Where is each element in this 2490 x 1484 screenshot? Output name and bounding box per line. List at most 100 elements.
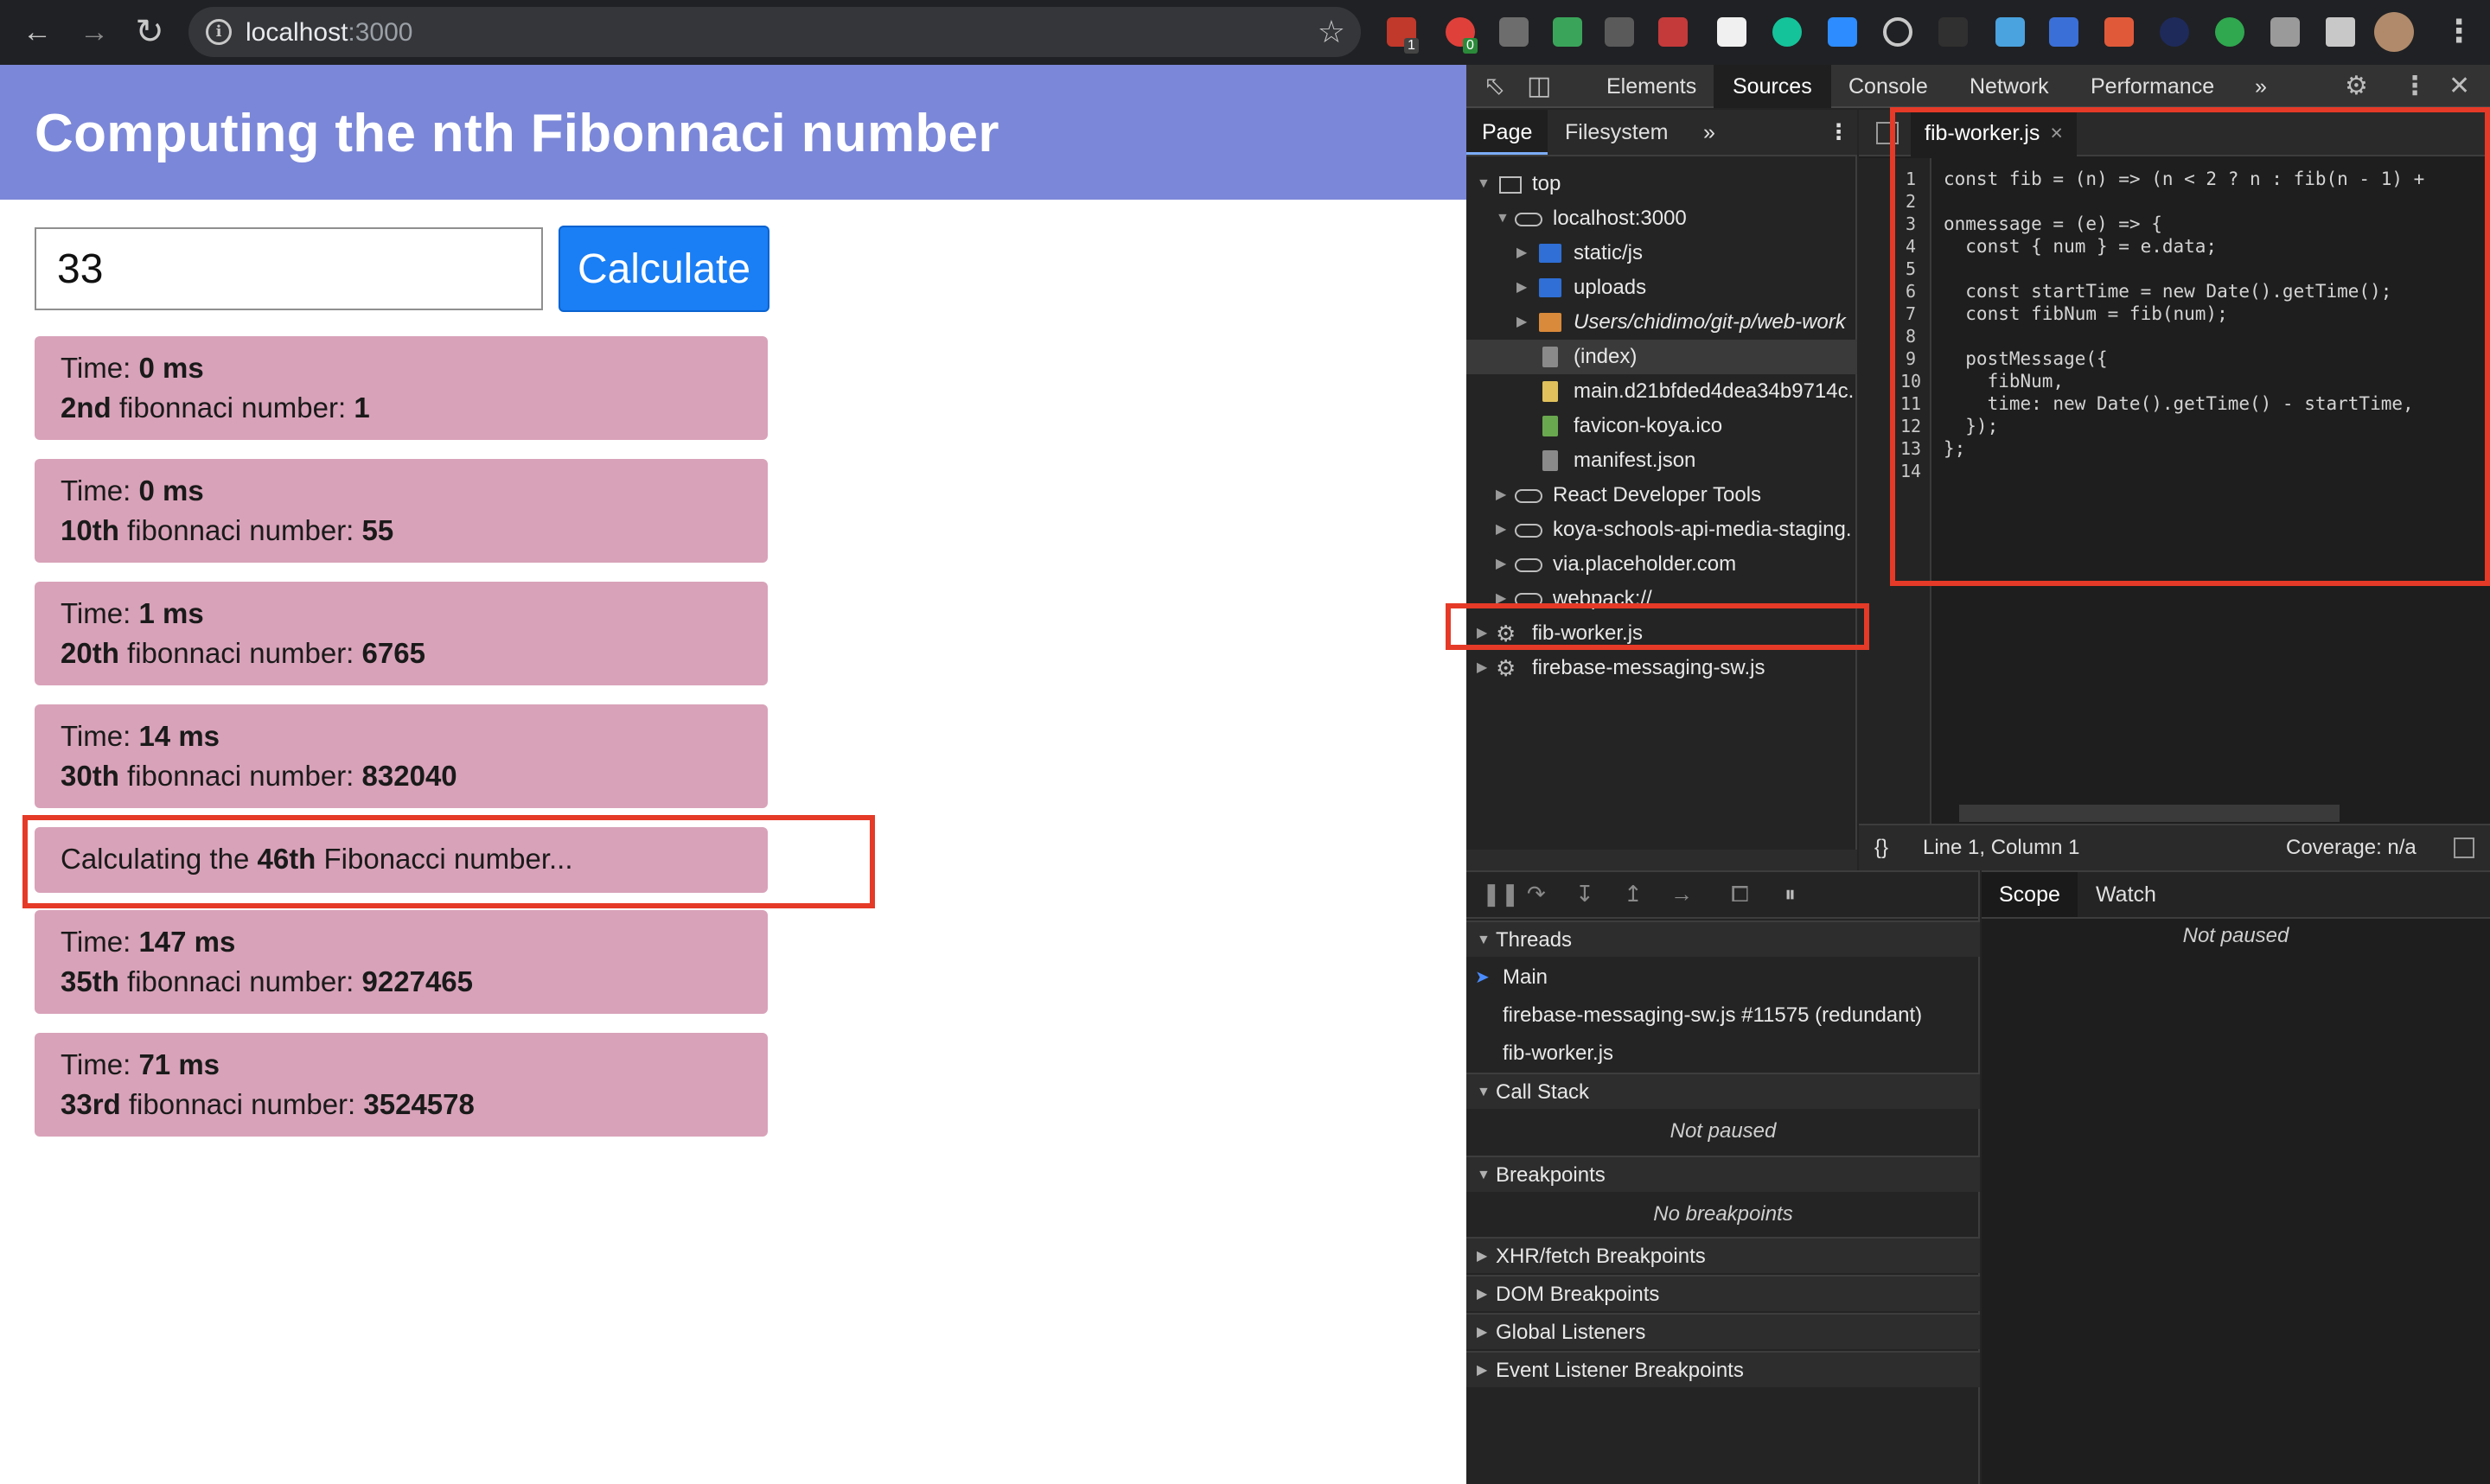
step-into-icon[interactable]: ↧ bbox=[1575, 881, 1594, 908]
section-event-listener-breakpoints[interactable]: ▶ Event Listener Breakpoints bbox=[1466, 1351, 1980, 1387]
tab-performance[interactable]: Performance bbox=[2072, 65, 2233, 108]
scope-panel: Scope Watch Not paused bbox=[1982, 870, 2490, 1484]
extension-icon[interactable] bbox=[1658, 17, 1688, 47]
thread-main[interactable]: ➤ Main bbox=[1466, 959, 1980, 997]
collapsed-arrow-icon: ▶ bbox=[1477, 1249, 1488, 1264]
expanded-arrow-icon: ▼ bbox=[1477, 1085, 1491, 1099]
menu-kebab-icon[interactable]: ⋮ bbox=[2443, 14, 2474, 48]
file-icon bbox=[1542, 450, 1558, 471]
tree-item-origin[interactable]: ▶ React Developer Tools bbox=[1466, 478, 1857, 513]
extension-icon[interactable] bbox=[1605, 17, 1634, 47]
tab-network[interactable]: Network bbox=[1950, 65, 2068, 108]
step-out-icon[interactable]: ↥ bbox=[1624, 881, 1643, 908]
editor-statusbar: {} Line 1, Column 1 Coverage: n/a bbox=[1859, 824, 2490, 870]
call-stack-empty: Not paused bbox=[1670, 1119, 1777, 1143]
more-tabs-icon[interactable]: » bbox=[2236, 65, 2286, 108]
calculate-button[interactable]: Calculate bbox=[559, 226, 769, 312]
expanded-arrow-icon: ▼ bbox=[1496, 211, 1510, 226]
thread-item[interactable]: fib-worker.js bbox=[1466, 1035, 1980, 1073]
device-toggle-icon[interactable]: ◫ bbox=[1527, 72, 1551, 101]
section-call-stack[interactable]: ▼ Call Stack bbox=[1466, 1073, 1980, 1109]
tree-item-origin[interactable]: ▶ koya-schools-api-media-staging. bbox=[1466, 513, 1857, 547]
extension-icon[interactable] bbox=[2215, 17, 2244, 47]
tree-item-file[interactable]: (index) bbox=[1466, 340, 1857, 374]
navigator-more-icon[interactable]: » bbox=[1688, 110, 1731, 155]
tree-item-file[interactable]: favicon-koya.ico bbox=[1466, 409, 1857, 443]
pretty-print-icon[interactable]: {} bbox=[1874, 825, 1888, 870]
editor-scrollbar[interactable] bbox=[1959, 805, 2340, 822]
tab-elements[interactable]: Elements bbox=[1587, 65, 1715, 108]
js-file-icon bbox=[1542, 381, 1558, 402]
tab-page[interactable]: Page bbox=[1466, 110, 1548, 155]
number-input[interactable] bbox=[35, 227, 543, 310]
tree-item-folder[interactable]: ▶ Users/chidimo/git-p/web-work bbox=[1466, 305, 1857, 340]
step-icon[interactable]: → bbox=[1670, 881, 1693, 908]
result-card: Time: 14 ms 30th fibonnaci number: 83204… bbox=[35, 704, 768, 808]
url-text: localhost:3000 bbox=[246, 18, 413, 47]
extension-icon[interactable] bbox=[1772, 17, 1802, 47]
collapsed-arrow-icon: ▶ bbox=[1516, 315, 1528, 329]
gear-icon[interactable]: ⚙ bbox=[2345, 72, 2368, 101]
tab-filesystem[interactable]: Filesystem bbox=[1549, 110, 1683, 155]
reload-icon[interactable]: ↻ bbox=[130, 12, 169, 52]
tree-item-worker[interactable]: ▶ ⚙ firebase-messaging-sw.js bbox=[1466, 651, 1857, 685]
tab-scope[interactable]: Scope bbox=[1982, 872, 2078, 917]
thread-item[interactable]: firebase-messaging-sw.js #11575 (redunda… bbox=[1466, 997, 1980, 1035]
section-global-listeners[interactable]: ▶ Global Listeners bbox=[1466, 1313, 1980, 1349]
cloud-icon bbox=[1515, 558, 1542, 572]
tab-console[interactable]: Console bbox=[1829, 65, 1947, 108]
deactivate-breakpoints-icon[interactable]: ⧠ bbox=[1731, 881, 1749, 908]
inspect-icon[interactable]: ⬁ bbox=[1484, 72, 1505, 101]
extension-icon[interactable] bbox=[1553, 17, 1582, 47]
collapsed-arrow-icon: ▶ bbox=[1496, 487, 1507, 502]
collapsed-arrow-icon: ▶ bbox=[1477, 660, 1488, 675]
tree-item-top[interactable]: ▼ top bbox=[1466, 167, 1857, 201]
star-icon[interactable]: ☆ bbox=[1318, 14, 1345, 50]
tab-sources[interactable]: Sources bbox=[1714, 65, 1831, 108]
section-threads[interactable]: ▼ Threads bbox=[1466, 920, 1980, 957]
section-dom-breakpoints[interactable]: ▶ DOM Breakpoints bbox=[1466, 1275, 1980, 1311]
extension-icon[interactable] bbox=[2049, 17, 2078, 47]
avatar[interactable] bbox=[2374, 12, 2414, 52]
extension-icon[interactable] bbox=[2160, 17, 2189, 47]
section-breakpoints[interactable]: ▼ Breakpoints bbox=[1466, 1156, 1980, 1192]
extension-icon[interactable] bbox=[1938, 17, 1968, 47]
coverage-status: Coverage: n/a bbox=[2286, 836, 2417, 859]
extension-icon[interactable] bbox=[2270, 17, 2300, 47]
coverage-toggle-icon[interactable] bbox=[2454, 838, 2474, 858]
pause-on-exceptions-icon[interactable]: ⏸ bbox=[1784, 881, 1796, 908]
extension-icon[interactable] bbox=[1717, 17, 1746, 47]
back-icon[interactable]: ← bbox=[17, 12, 57, 52]
page-title: Computing the nth Fibonnaci number bbox=[35, 104, 999, 163]
frame-icon bbox=[1499, 176, 1522, 194]
extension-icon[interactable] bbox=[2104, 17, 2134, 47]
tree-item-file[interactable]: main.d21bfded4dea34b9714c. bbox=[1466, 374, 1857, 409]
collapsed-arrow-icon: ▶ bbox=[1477, 1287, 1488, 1302]
cursor-position: Line 1, Column 1 bbox=[1923, 836, 2080, 859]
tree-item-folder[interactable]: ▶ uploads bbox=[1466, 271, 1857, 305]
tab-watch[interactable]: Watch bbox=[2078, 872, 2174, 917]
file-icon bbox=[1542, 347, 1558, 367]
tree-item-folder[interactable]: ▶ static/js bbox=[1466, 236, 1857, 271]
extension-icon[interactable] bbox=[1828, 17, 1857, 47]
info-icon[interactable]: i bbox=[206, 19, 232, 45]
result-card: Time: 1 ms 20th fibonnaci number: 6765 bbox=[35, 582, 768, 685]
extension-icon[interactable] bbox=[1995, 17, 2025, 47]
collapsed-arrow-icon: ▶ bbox=[1477, 1363, 1488, 1378]
navigator-menu-icon[interactable]: ⋮ bbox=[1812, 110, 1865, 155]
tree-item-origin[interactable]: ▶ via.placeholder.com bbox=[1466, 547, 1857, 582]
pause-icon[interactable]: ❚❚ bbox=[1482, 881, 1520, 908]
horizontal-scrollbar[interactable] bbox=[1466, 850, 1857, 870]
puzzle-icon[interactable] bbox=[2326, 17, 2355, 47]
expanded-arrow-icon: ▼ bbox=[1477, 933, 1491, 947]
devtools-menu-icon[interactable]: ⋮ bbox=[2402, 72, 2428, 101]
close-icon[interactable]: ✕ bbox=[2448, 72, 2470, 101]
forward-icon[interactable]: → bbox=[74, 12, 114, 52]
step-over-icon[interactable]: ↷ bbox=[1527, 881, 1546, 908]
extension-icon[interactable] bbox=[1883, 17, 1912, 47]
extension-icon[interactable] bbox=[1499, 17, 1529, 47]
address-bar[interactable]: i localhost:3000 ☆ bbox=[188, 7, 1361, 57]
section-xhr-breakpoints[interactable]: ▶ XHR/fetch Breakpoints bbox=[1466, 1237, 1980, 1273]
tree-item-localhost[interactable]: ▼ localhost:3000 bbox=[1466, 201, 1857, 236]
tree-item-file[interactable]: manifest.json bbox=[1466, 443, 1857, 478]
